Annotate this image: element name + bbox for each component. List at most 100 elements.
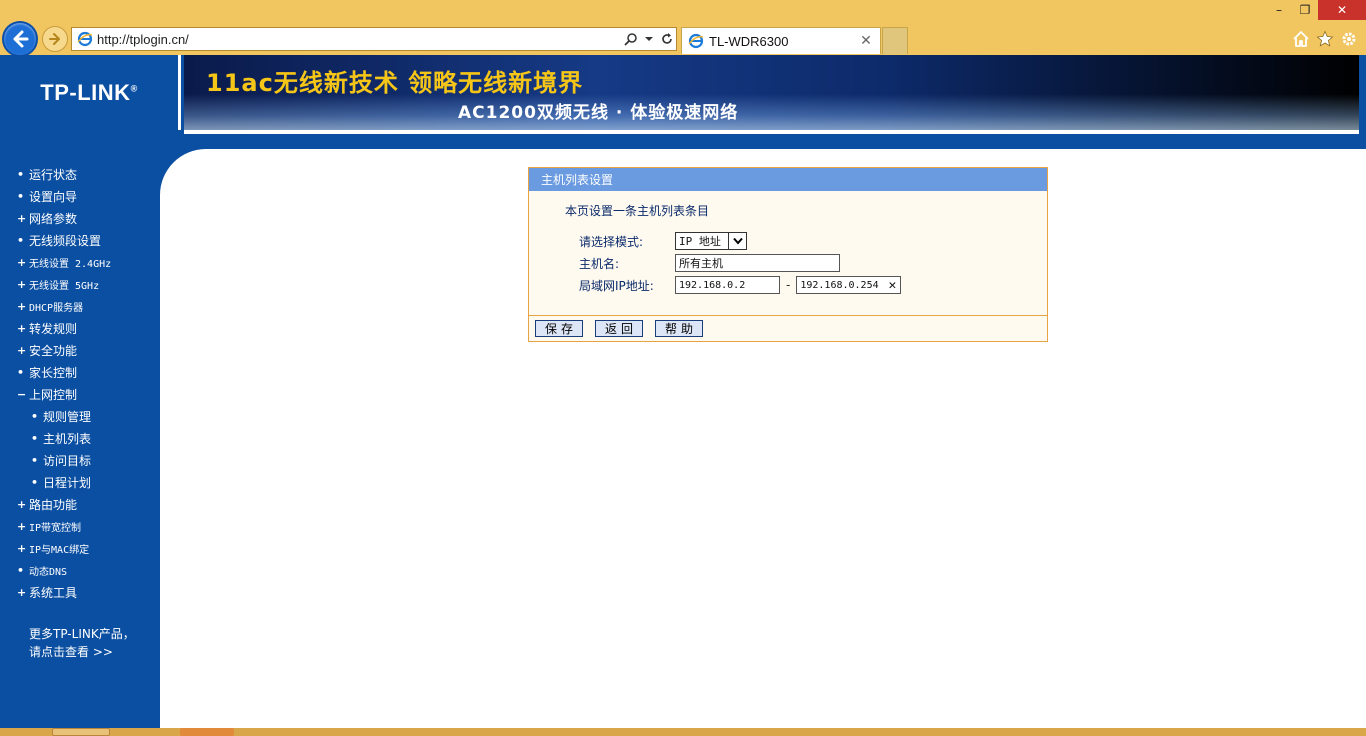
mode-select[interactable]: IP 地址 bbox=[675, 232, 747, 250]
menu-bullet-icon: − bbox=[17, 387, 27, 401]
banner-headline: 11ac无线新技术 领略无线新境界 bbox=[206, 69, 584, 97]
maximize-button[interactable]: ❐ bbox=[1292, 0, 1318, 20]
sidebar-item[interactable]: + 路由功能 bbox=[0, 493, 160, 515]
mode-row: 请选择模式: IP 地址 bbox=[579, 232, 747, 250]
settings-gear-icon[interactable] bbox=[1339, 29, 1359, 49]
sidebar-item[interactable]: + 系统工具 bbox=[0, 581, 160, 603]
sidebar-item[interactable]: • 无线频段设置 bbox=[0, 229, 160, 251]
menu-bullet-icon: + bbox=[17, 321, 27, 335]
clear-input-icon[interactable]: ✕ bbox=[889, 278, 897, 293]
menu-bullet-icon: + bbox=[17, 211, 27, 225]
sidebar-item-label: 日程计划 bbox=[43, 475, 92, 490]
sidebar-item[interactable]: + 网络参数 bbox=[0, 207, 160, 229]
address-bar[interactable]: http://tplogin.cn/ bbox=[71, 27, 677, 51]
menu-bullet-icon: • bbox=[17, 233, 25, 247]
mode-label: 请选择模式: bbox=[579, 234, 644, 249]
sidebar-item[interactable]: • 家长控制 bbox=[0, 361, 160, 383]
sidebar-item-label: 系统工具 bbox=[29, 585, 78, 600]
taskbar-app-icon[interactable] bbox=[180, 728, 234, 736]
sidebar-item-label: 无线设置 5GHz bbox=[29, 280, 100, 292]
ie-icon bbox=[77, 31, 93, 47]
browser-chrome: http://tplogin.cn/ TL-WDR6300 ✕ – ❐ ✕ bbox=[0, 0, 1366, 57]
search-icon[interactable] bbox=[622, 30, 640, 48]
ip-range-separator: - bbox=[786, 278, 791, 292]
ip-end-input[interactable]: 192.168.0.254 ✕ bbox=[796, 276, 902, 294]
taskbar-ie-icon[interactable] bbox=[52, 728, 110, 736]
sidebar-item-label: DHCP服务器 bbox=[29, 302, 84, 314]
menu-bullet-icon: + bbox=[17, 585, 27, 599]
back-arrow-icon bbox=[13, 30, 29, 48]
lan-ip-row: 局域网IP地址: 192.168.0.2 - 192.168.0.254 ✕ bbox=[579, 276, 902, 294]
router-admin-page: TP-LINK® 11ac无线新技术 领略无线新境界 AC1200双频无线 · … bbox=[0, 55, 1366, 728]
sidebar-item[interactable]: + 无线设置 5GHz bbox=[0, 273, 160, 295]
sidebar-item[interactable]: + IP与MAC绑定 bbox=[0, 537, 160, 559]
close-tab-icon[interactable]: ✕ bbox=[858, 33, 874, 49]
host-list-settings-panel: 主机列表设置 本页设置一条主机列表条目 请选择模式: IP 地址 主机名: 所有… bbox=[528, 167, 1048, 342]
home-icon[interactable] bbox=[1291, 29, 1311, 49]
sidebar-item-label: 动态DNS bbox=[29, 566, 68, 578]
dropdown-icon[interactable] bbox=[640, 30, 658, 48]
help-button[interactable]: 帮助 bbox=[655, 320, 703, 337]
new-tab-button[interactable] bbox=[882, 27, 908, 54]
sidebar-item[interactable]: • 主机列表 bbox=[0, 427, 160, 449]
sidebar-item[interactable]: • 运行状态 bbox=[0, 163, 160, 185]
menu-bullet-icon: + bbox=[17, 277, 27, 291]
sidebar-item[interactable]: • 访问目标 bbox=[0, 449, 160, 471]
panel-description: 本页设置一条主机列表条目 bbox=[565, 204, 710, 218]
menu-bullet-icon: • bbox=[17, 189, 25, 203]
menu-bullet-icon: + bbox=[17, 497, 27, 511]
menu-bullet-icon: • bbox=[31, 431, 39, 445]
sidebar-item[interactable]: + 转发规则 bbox=[0, 317, 160, 339]
chevron-down-icon[interactable] bbox=[728, 233, 746, 249]
sidebar-item[interactable]: + 安全功能 bbox=[0, 339, 160, 361]
forward-arrow-icon bbox=[49, 33, 60, 45]
sidebar-item[interactable]: − 上网控制 bbox=[0, 383, 160, 405]
ip-start-input[interactable]: 192.168.0.2 bbox=[675, 276, 780, 294]
favorites-star-icon[interactable] bbox=[1315, 29, 1335, 49]
address-url[interactable]: http://tplogin.cn/ bbox=[97, 32, 622, 47]
ie-icon bbox=[688, 33, 704, 49]
sidebar-item-label: 上网控制 bbox=[29, 387, 78, 402]
sidebar-item[interactable]: • 设置向导 bbox=[0, 185, 160, 207]
sidebar-menu: • 运行状态 • 设置向导 + 网络参数 • 无线频段设置 + 无线设置 2.4GHz + 无线设置 … bbox=[0, 163, 160, 603]
sidebar-item[interactable]: + 无线设置 2.4GHz bbox=[0, 251, 160, 273]
forward-button[interactable] bbox=[42, 26, 68, 52]
hostname-label: 主机名: bbox=[579, 256, 620, 271]
sidebar-item-label: 安全功能 bbox=[29, 343, 78, 358]
minimize-button[interactable]: – bbox=[1266, 0, 1292, 20]
menu-bullet-icon: + bbox=[17, 541, 27, 555]
back-button-form[interactable]: 返回 bbox=[595, 320, 643, 337]
menu-bullet-icon: • bbox=[31, 475, 39, 489]
sidebar-item[interactable]: • 规则管理 bbox=[0, 405, 160, 427]
hostname-input[interactable]: 所有主机 bbox=[675, 254, 840, 272]
sidebar-item-label: 规则管理 bbox=[43, 409, 92, 424]
close-window-button[interactable]: ✕ bbox=[1318, 0, 1366, 20]
sidebar-item-label: 家长控制 bbox=[29, 365, 78, 380]
sidebar-item-label: 运行状态 bbox=[29, 167, 78, 182]
sidebar-item-label: 设置向导 bbox=[29, 189, 78, 204]
panel-title: 主机列表设置 bbox=[529, 168, 1047, 191]
menu-bullet-icon: • bbox=[17, 563, 25, 577]
sidebar-item-label: 转发规则 bbox=[29, 321, 78, 336]
save-button[interactable]: 保存 bbox=[535, 320, 583, 337]
sidebar-item[interactable]: + IP带宽控制 bbox=[0, 515, 160, 537]
sidebar-item-label: 无线频段设置 bbox=[29, 233, 102, 248]
menu-bullet-icon: • bbox=[31, 453, 39, 467]
menu-bullet-icon: • bbox=[31, 409, 39, 423]
header-banner: 11ac无线新技术 领略无线新境界 AC1200双频无线 · 体验极速网络 bbox=[184, 55, 1359, 130]
sidebar-item-label: 路由功能 bbox=[29, 497, 78, 512]
taskbar bbox=[0, 728, 1366, 736]
sidebar-item-label: 主机列表 bbox=[43, 431, 92, 446]
refresh-icon[interactable] bbox=[658, 30, 676, 48]
tab-title: TL-WDR6300 bbox=[709, 33, 789, 49]
menu-bullet-icon: • bbox=[17, 167, 25, 181]
sidebar-item[interactable]: + DHCP服务器 bbox=[0, 295, 160, 317]
more-products-link[interactable]: 更多TP-LINK产品， 请点击查看 >> bbox=[29, 625, 135, 661]
sidebar-item-label: 网络参数 bbox=[29, 211, 78, 226]
sidebar-item[interactable]: • 动态DNS bbox=[0, 559, 160, 581]
banner-subline: AC1200双频无线 · 体验极速网络 bbox=[458, 103, 739, 123]
back-button[interactable] bbox=[2, 21, 38, 57]
sidebar-item[interactable]: • 日程计划 bbox=[0, 471, 160, 493]
sidebar-item-label: 无线设置 2.4GHz bbox=[29, 258, 112, 270]
browser-tab[interactable]: TL-WDR6300 ✕ bbox=[681, 27, 881, 54]
